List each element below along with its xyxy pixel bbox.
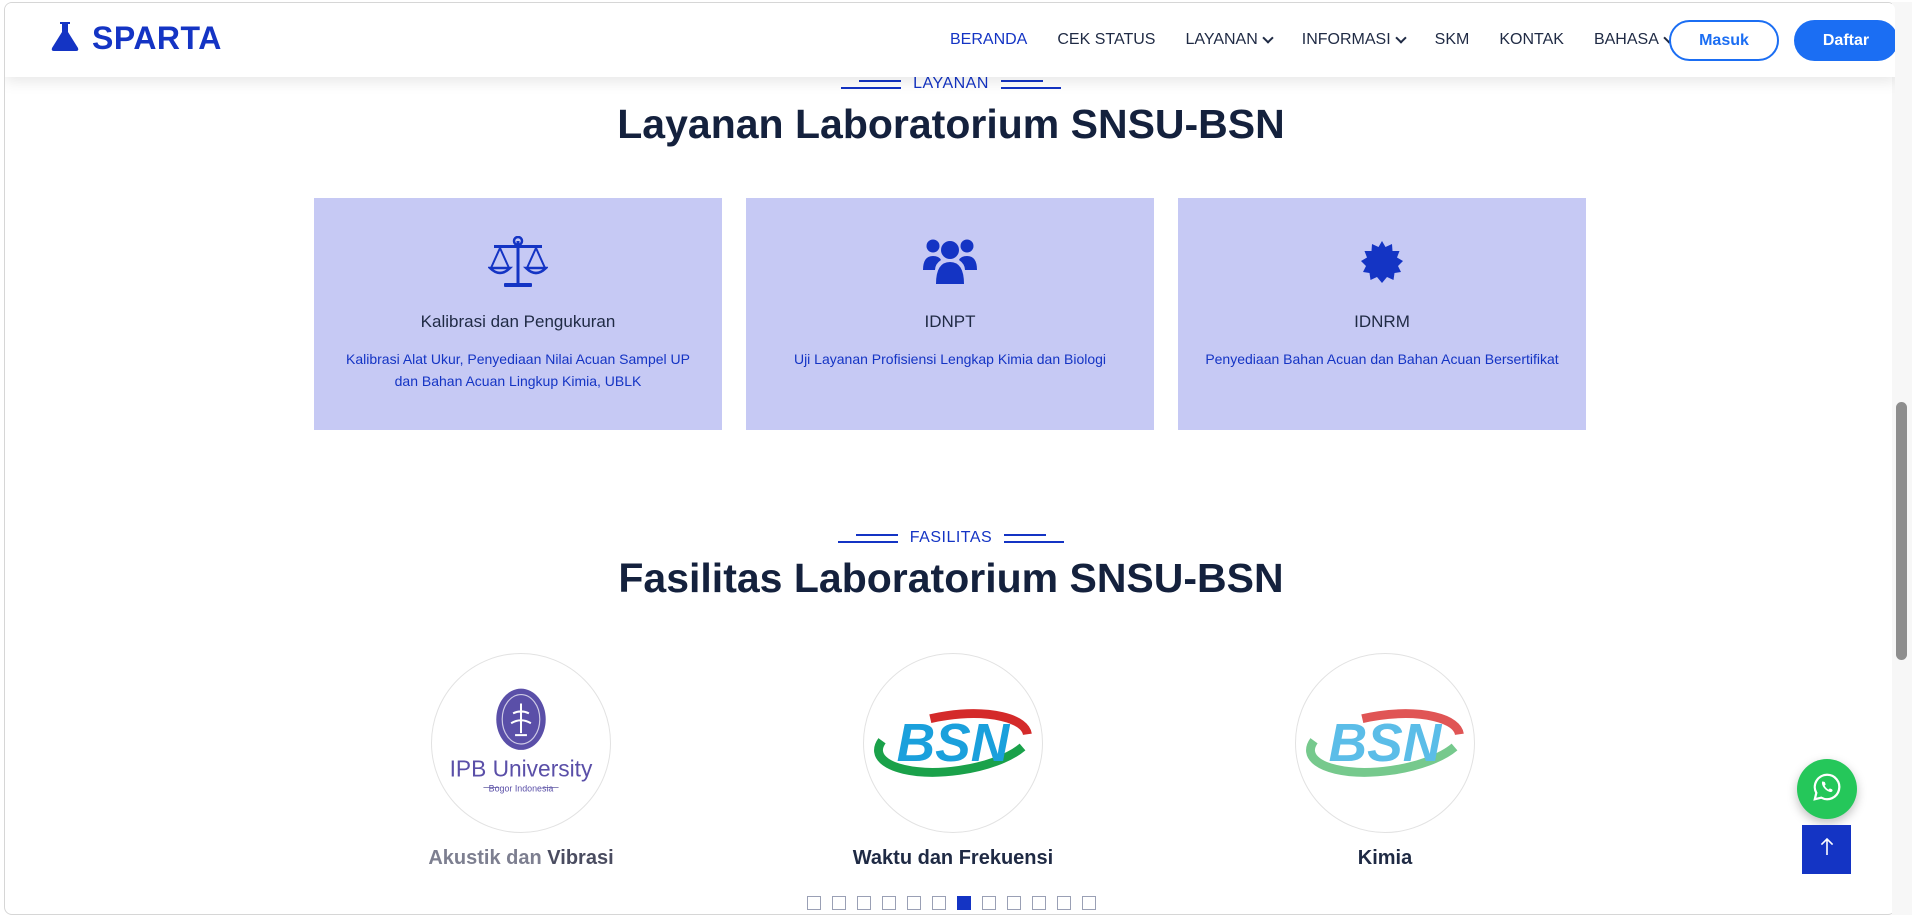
- facility-name: Waktu dan Frekuensi: [852, 847, 1054, 869]
- service-card-kalibrasi[interactable]: Kalibrasi dan Pengukuran Kalibrasi Alat …: [314, 198, 722, 430]
- chevron-down-icon: [1395, 32, 1407, 44]
- nav-label: INFORMASI: [1301, 31, 1391, 48]
- facilities-title: Fasilitas Laboratorium SNSU-BSN: [618, 555, 1284, 601]
- nav-label: SKM: [1434, 31, 1470, 48]
- eyebrow-lines-right: [1000, 79, 1061, 89]
- facility-name-part1: Akustik dan: [428, 847, 542, 869]
- facility-name: Akustik dan Vibrasi: [341, 847, 701, 870]
- service-card-title: Kalibrasi dan Pengukuran: [420, 312, 616, 331]
- services-eyebrow: LAYANAN: [5, 75, 1895, 93]
- service-card-desc: Kalibrasi Alat Ukur, Penyediaan Nilai Ac…: [346, 351, 690, 389]
- nav-label: CEK STATUS: [1057, 31, 1156, 48]
- site-logo-text: SPARTA: [92, 20, 222, 56]
- service-card-desc: Uji Layanan Profisiensi Lengkap Kimia da…: [793, 351, 1107, 367]
- nav-item-layanan[interactable]: LAYANAN: [1185, 31, 1274, 49]
- chevron-down-icon: [1262, 32, 1274, 44]
- nav-item-cek-status[interactable]: CEK STATUS: [1057, 31, 1155, 49]
- facility-name: Kimia: [1357, 847, 1413, 869]
- ipb-university-logo: IPB University Bogor Indonesia: [431, 653, 611, 833]
- svg-text:BSN: BSN: [897, 714, 1011, 773]
- arrow-up-icon: [1819, 837, 1835, 862]
- scrollbar-thumb[interactable]: [1896, 402, 1907, 660]
- carousel-dot[interactable]: [931, 896, 946, 910]
- register-button[interactable]: Daftar: [1794, 20, 1895, 61]
- carousel-dot[interactable]: [956, 896, 971, 910]
- carousel-dot[interactable]: [1006, 896, 1021, 910]
- carousel-dot[interactable]: [881, 896, 896, 910]
- carousel-dot[interactable]: [906, 896, 921, 910]
- carousel-dot[interactable]: [1031, 896, 1046, 910]
- services-eyebrow-label: LAYANAN: [913, 75, 989, 92]
- svg-text:IPB University: IPB University: [450, 756, 593, 782]
- facility-name-part2: Vibrasi: [547, 847, 614, 869]
- bsn-logo: BSN: [1295, 653, 1475, 833]
- page-scrollbar[interactable]: [1892, 2, 1912, 915]
- carousel-dot[interactable]: [831, 896, 846, 910]
- users-icon: [746, 236, 1154, 288]
- nav-label: LAYANAN: [1185, 31, 1258, 48]
- facilities-eyebrow-label: FASILITAS: [909, 529, 993, 546]
- nav-item-bahasa[interactable]: BAHASA: [1593, 31, 1675, 49]
- nav-label: KONTAK: [1499, 31, 1564, 48]
- service-card-title: IDNRM: [1354, 312, 1410, 331]
- flask-icon: [50, 20, 80, 57]
- bsn-logo: BSN: [863, 653, 1043, 833]
- nav-label: BAHASA: [1593, 31, 1659, 48]
- service-card-idnpt[interactable]: IDNPT Uji Layanan Profisiensi Lengkap Ki…: [746, 198, 1154, 430]
- carousel-dot[interactable]: [981, 896, 996, 910]
- facility-card-waktu[interactable]: BSN Waktu dan Frekuensi: [773, 653, 1133, 870]
- nav-label: BERANDA: [950, 31, 1028, 48]
- login-button[interactable]: Masuk: [1669, 20, 1779, 61]
- svg-text:Bogor Indonesia: Bogor Indonesia: [489, 783, 554, 793]
- whatsapp-icon: [1812, 772, 1842, 807]
- carousel-dot[interactable]: [806, 896, 821, 910]
- eyebrow-lines-left: [841, 79, 902, 89]
- nav-item-informasi[interactable]: INFORMASI: [1301, 31, 1407, 49]
- service-card-desc: Penyediaan Bahan Acuan dan Bahan Acuan B…: [1205, 351, 1559, 367]
- svg-text:BSN: BSN: [1329, 714, 1443, 773]
- carousel-dot[interactable]: [1056, 896, 1071, 910]
- nav-item-skm[interactable]: SKM: [1435, 31, 1470, 49]
- top-navbar: SPARTA BERANDA CEK STATUS LAYANAN INFORM…: [5, 3, 1895, 77]
- service-card-idnrm[interactable]: IDNRM Penyediaan Bahan Acuan dan Bahan A…: [1178, 198, 1586, 430]
- back-to-top-button[interactable]: [1802, 825, 1851, 874]
- main-nav: BERANDA CEK STATUS LAYANAN INFORMASI SKM…: [950, 3, 1703, 77]
- certificate-icon: [1178, 236, 1586, 288]
- browser-viewport: SPARTA BERANDA CEK STATUS LAYANAN INFORM…: [4, 2, 1896, 915]
- service-card-title: IDNPT: [924, 312, 976, 331]
- carousel-dot[interactable]: [1081, 896, 1096, 910]
- facility-card-kimia[interactable]: BSN Kimia: [1205, 653, 1565, 870]
- carousel-dot[interactable]: [856, 896, 871, 910]
- eyebrow-lines-left: [837, 533, 898, 543]
- nav-item-kontak[interactable]: KONTAK: [1499, 31, 1564, 49]
- balance-scale-icon: [314, 236, 722, 288]
- facility-card-akustik[interactable]: IPB University Bogor Indonesia Akustik d…: [341, 653, 701, 870]
- facilities-eyebrow: FASILITAS: [5, 529, 1895, 547]
- carousel-pager: [5, 896, 1895, 910]
- nav-item-beranda[interactable]: BERANDA: [950, 31, 1027, 49]
- site-logo[interactable]: SPARTA: [50, 20, 222, 57]
- eyebrow-lines-right: [1004, 533, 1065, 543]
- whatsapp-button[interactable]: [1797, 759, 1857, 819]
- services-title: Layanan Laboratorium SNSU-BSN: [617, 101, 1285, 147]
